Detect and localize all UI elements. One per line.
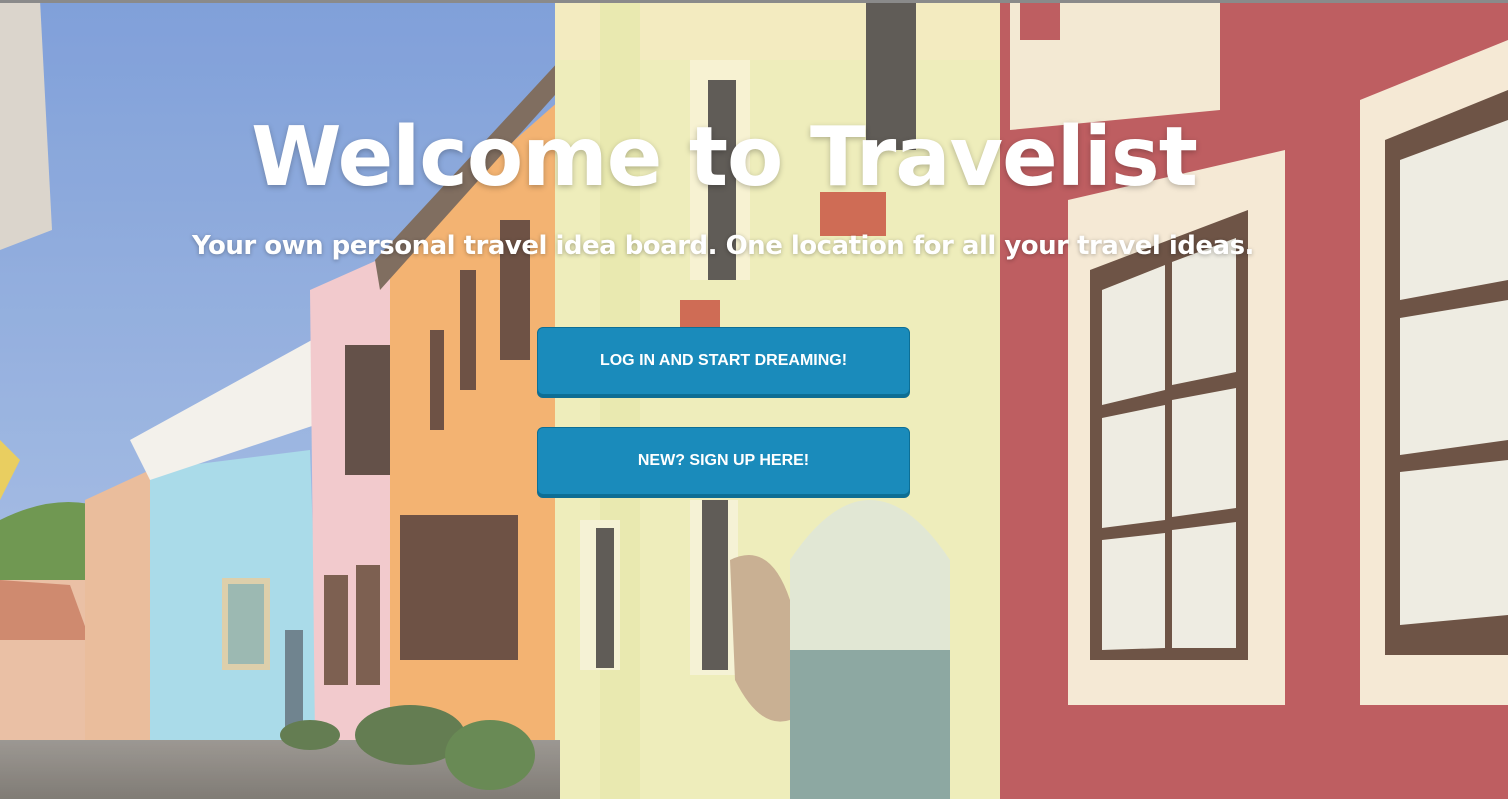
signup-button[interactable]: NEW? SIGN UP HERE! — [537, 427, 910, 495]
page-subtitle: Your own personal travel idea board. One… — [192, 231, 1254, 261]
hero-section: Welcome to Travelist Your own personal t… — [0, 0, 1508, 799]
page-title: Welcome to Travelist — [251, 110, 1198, 205]
hero-content: Welcome to Travelist Your own personal t… — [0, 0, 1508, 799]
login-button[interactable]: LOG IN AND START DREAMING! — [537, 327, 910, 395]
